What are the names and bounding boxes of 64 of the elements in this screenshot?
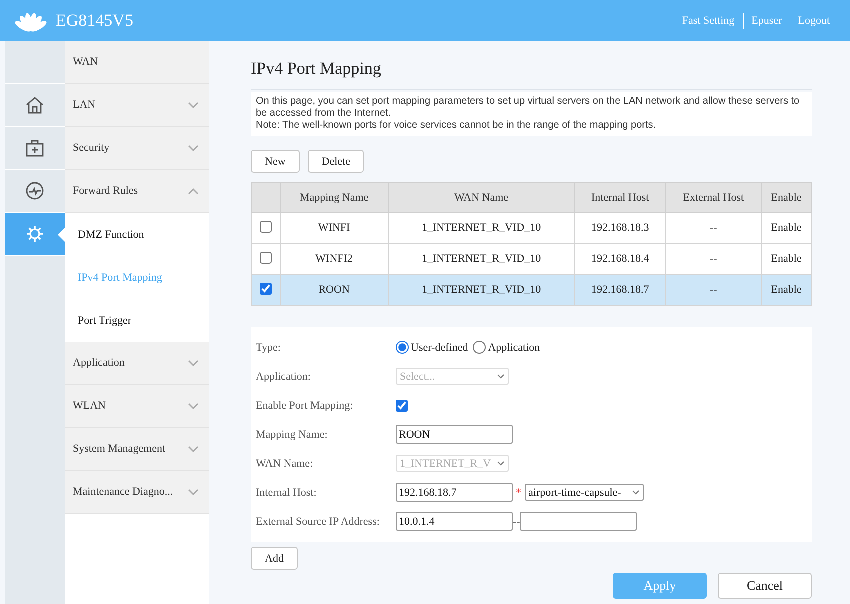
table-cell: -- <box>666 274 762 306</box>
radio-label: Application <box>488 342 540 354</box>
field-label: External Source IP Address: <box>256 516 381 528</box>
chevron-down-icon <box>188 102 199 108</box>
menu-item[interactable]: Maintenance Diagno... <box>65 471 209 514</box>
add-button[interactable]: Add <box>251 547 298 570</box>
input-field[interactable]: 192.168.18.7 <box>396 483 513 502</box>
field-label: Internal Host: <box>256 486 318 498</box>
row-checkbox[interactable] <box>260 220 272 232</box>
chevron-down-icon <box>188 360 199 366</box>
chevron-down-icon <box>188 488 199 496</box>
first-aid-kit-icon[interactable] <box>25 138 45 158</box>
toolbar-button[interactable]: New <box>251 150 300 173</box>
input-field[interactable]: ROON <box>396 425 513 444</box>
toolbar-button[interactable]: Delete <box>308 150 364 173</box>
input-field[interactable]: 10.0.1.4 <box>396 512 513 531</box>
menu-item[interactable]: Forward Rules <box>65 170 209 213</box>
input-field[interactable] <box>520 512 638 531</box>
pulse-icon[interactable] <box>25 181 45 201</box>
field-label: Application: <box>256 370 312 382</box>
header-cell: WAN Name <box>388 182 575 212</box>
brand-name: EG8145V5 <box>56 10 134 30</box>
submenu-item[interactable]: DMZ Function <box>65 213 209 256</box>
checkbox[interactable] <box>396 400 408 412</box>
required-mark: * <box>516 486 522 498</box>
header-cell: External Host <box>666 182 762 212</box>
range-separator: -- <box>513 516 520 528</box>
radio-button[interactable] <box>473 341 486 354</box>
row-checkbox[interactable] <box>260 252 272 264</box>
caret-icon <box>497 461 505 466</box>
field-label: Enable Port Mapping: <box>256 400 354 412</box>
header-cell: Mapping Name <box>280 182 388 212</box>
menu-item[interactable]: Security <box>65 127 209 170</box>
submenu-item[interactable]: Port Trigger <box>65 299 209 342</box>
table-cell: 192.168.18.7 <box>574 274 666 306</box>
table-cell: Enable <box>762 274 812 306</box>
table-cell: ROON <box>280 274 388 306</box>
description-text: Note: The well-known ports for voice services cannot be in the range of the mapping ports. <box>256 120 658 132</box>
radio-label: User-defined <box>411 342 468 354</box>
menu-item[interactable]: WLAN <box>65 385 209 428</box>
settings-icon[interactable] <box>25 224 45 244</box>
field-label: Mapping Name: <box>256 428 329 440</box>
radio-button[interactable] <box>396 341 409 354</box>
menu-item[interactable]: LAN <box>65 84 209 127</box>
chevron-down-icon <box>188 446 199 452</box>
caret-icon <box>632 490 640 495</box>
chevron-down-icon <box>188 144 199 152</box>
menu-item[interactable]: WAN <box>65 41 209 84</box>
caret-icon <box>497 374 505 379</box>
page-title: IPv4 Port Mapping <box>251 59 812 90</box>
chevron-down-icon <box>188 402 199 410</box>
chevron-up-icon <box>188 188 199 194</box>
field-label: WAN Name: <box>256 458 314 470</box>
menu-item[interactable]: Application <box>65 342 209 385</box>
header-cell: Internal Host <box>574 182 666 212</box>
header-cell: Enable <box>762 182 812 212</box>
menu-item[interactable]: System Management <box>65 428 209 471</box>
table-cell: 1_INTERNET_R_VID_10 <box>388 274 575 306</box>
row-checkbox[interactable] <box>260 282 272 294</box>
field-label: Type: <box>256 342 282 354</box>
action-button[interactable]: Cancel <box>718 573 812 599</box>
dropdown[interactable]: airport-time-capsule- <box>524 484 644 501</box>
home-icon[interactable] <box>25 95 45 115</box>
description-text: On this page, you can set port mapping parameters to set up virtual servers on the LAN network and allow these servers to be accessed from the Internet. <box>256 96 801 120</box>
